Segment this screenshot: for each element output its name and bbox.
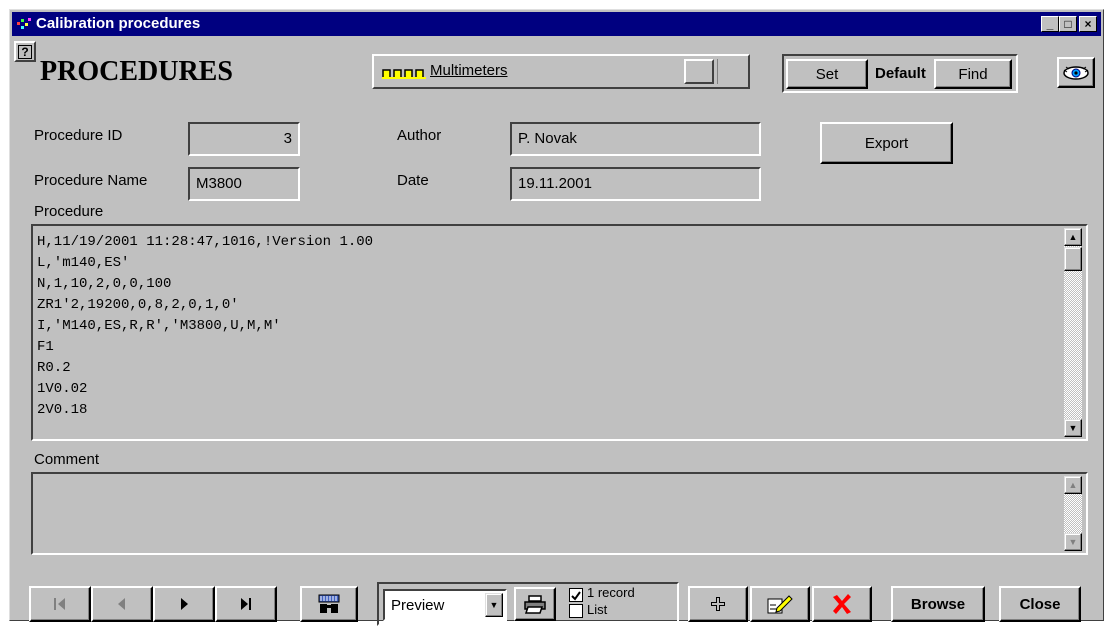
find-button[interactable]: Find: [934, 59, 1012, 89]
plus-icon: [711, 597, 725, 611]
scroll-thumb[interactable]: [1064, 247, 1082, 271]
view-button[interactable]: [1057, 57, 1095, 88]
comment-label: Comment: [34, 451, 100, 468]
date-label: Date: [397, 172, 429, 189]
comment-textarea[interactable]: ▲ ▼: [31, 472, 1088, 555]
binoculars-icon: [318, 594, 340, 613]
procedure-line: N,1,10,2,0,0,100: [37, 276, 172, 292]
edit-record-button[interactable]: [750, 586, 810, 622]
first-record-icon: [54, 598, 65, 610]
category-prev-button[interactable]: [684, 59, 714, 84]
navigation-group: [29, 586, 279, 624]
app-icon: [17, 18, 31, 29]
procedure-line: H,11/19/2001 11:28:47,1016,!Version 1.00: [37, 234, 374, 250]
output-select-value: Preview: [391, 597, 445, 614]
delete-record-button[interactable]: [812, 586, 872, 622]
close-label: Close: [1019, 595, 1061, 613]
comment-scroll-up-button[interactable]: ▲: [1064, 476, 1082, 494]
procedure-line: 1V0.02: [37, 381, 88, 397]
chevron-down-icon: ▼: [489, 600, 499, 610]
procedure-label: Procedure: [34, 203, 104, 220]
arrow-down-icon: ▼: [1068, 423, 1078, 433]
category-selector[interactable]: Multimeters: [372, 54, 750, 89]
maximize-icon: □: [1064, 17, 1072, 31]
add-record-button[interactable]: [688, 586, 748, 622]
close-window-button[interactable]: ×: [1079, 16, 1097, 32]
procedure-line: R0.2: [37, 360, 71, 376]
one-record-checkbox[interactable]: [569, 588, 583, 602]
title-bar[interactable]: Calibration procedures _ □ ×: [12, 12, 1101, 36]
help-button[interactable]: ?: [14, 41, 36, 62]
comment-scroll-down-button[interactable]: ▼: [1064, 533, 1082, 551]
calibration-window: Calibration procedures _ □ × ? PROCEDURE…: [9, 9, 1104, 621]
arrow-up-icon: ▲: [1068, 480, 1078, 490]
find-label: Find: [958, 65, 988, 83]
procedure-line: ZR1'2,19200,0,8,2,0,1,0': [37, 297, 239, 313]
scroll-down-button[interactable]: ▼: [1064, 419, 1082, 437]
procedure-textarea[interactable]: H,11/19/2001 11:28:47,1016,!Version 1.00…: [31, 224, 1088, 441]
list-checkbox[interactable]: [569, 604, 583, 618]
output-select-dropdown[interactable]: ▼: [485, 593, 503, 617]
next-record-icon: [181, 598, 188, 610]
author-label: Author: [397, 127, 442, 144]
help-icon: ?: [18, 44, 32, 59]
procedure-id-field[interactable]: 3: [188, 122, 300, 156]
close-button[interactable]: Close: [999, 586, 1081, 622]
output-select[interactable]: Preview ▼: [383, 589, 507, 621]
delete-x-icon: [833, 594, 851, 614]
arrow-down-icon: ▼: [1068, 537, 1078, 547]
procedure-line: 2V0.18: [37, 402, 88, 418]
minimize-icon: _: [1046, 17, 1054, 31]
arrow-up-icon: ▲: [1068, 232, 1078, 242]
set-label: Set: [815, 65, 839, 83]
printer-icon: [524, 595, 546, 614]
list-label: List: [587, 602, 608, 617]
multimeter-category-icon: [382, 69, 426, 79]
previous-record-button[interactable]: [91, 586, 153, 622]
maximize-button[interactable]: □: [1059, 16, 1077, 32]
next-record-button[interactable]: [153, 586, 215, 622]
search-records-button[interactable]: [300, 586, 358, 622]
default-label: Default: [875, 65, 926, 82]
window-title: Calibration procedures: [36, 15, 201, 32]
scroll-up-button[interactable]: ▲: [1064, 228, 1082, 246]
author-field[interactable]: P. Novak: [510, 122, 761, 156]
record-actions-group: [688, 586, 878, 624]
procedure-id-label: Procedure ID: [34, 127, 123, 144]
set-button[interactable]: Set: [786, 59, 868, 89]
checkmark-icon: [571, 591, 581, 601]
last-record-button[interactable]: [215, 586, 277, 622]
last-record-icon: [241, 598, 251, 610]
export-label: Export: [864, 134, 909, 152]
browse-button[interactable]: Browse: [891, 586, 985, 622]
procedure-scrollbar[interactable]: ▲ ▼: [1064, 228, 1082, 437]
page-title: PROCEDURES: [40, 56, 233, 87]
first-record-button[interactable]: [29, 586, 91, 622]
minimize-button[interactable]: _: [1041, 16, 1059, 32]
print-button[interactable]: [514, 587, 556, 621]
close-icon: ×: [1084, 17, 1092, 31]
procedure-line: L,'m140,ES': [37, 255, 130, 271]
previous-record-icon: [118, 598, 125, 610]
date-field[interactable]: 19.11.2001: [510, 167, 761, 201]
procedure-name-label: Procedure Name: [34, 172, 148, 189]
procedure-name-field[interactable]: M3800: [188, 167, 300, 201]
one-record-label: 1 record: [587, 585, 635, 600]
eye-icon: [1063, 65, 1089, 80]
browse-label: Browse: [910, 595, 966, 613]
export-button[interactable]: Export: [820, 122, 953, 164]
output-group: Preview ▼ 1 record List: [377, 582, 679, 626]
filter-group: Set Default Find: [782, 54, 1018, 93]
procedure-text: H,11/19/2001 11:28:47,1016,!Version 1.00…: [37, 232, 1047, 421]
category-next-button[interactable]: [717, 59, 745, 84]
comment-scrollbar[interactable]: ▲ ▼: [1064, 476, 1082, 551]
procedure-line: I,'M140,ES,R,R','M3800,U,M,M': [37, 318, 281, 334]
category-label[interactable]: Multimeters: [430, 62, 508, 79]
procedure-line: F1: [37, 339, 54, 355]
edit-icon: [767, 595, 793, 614]
